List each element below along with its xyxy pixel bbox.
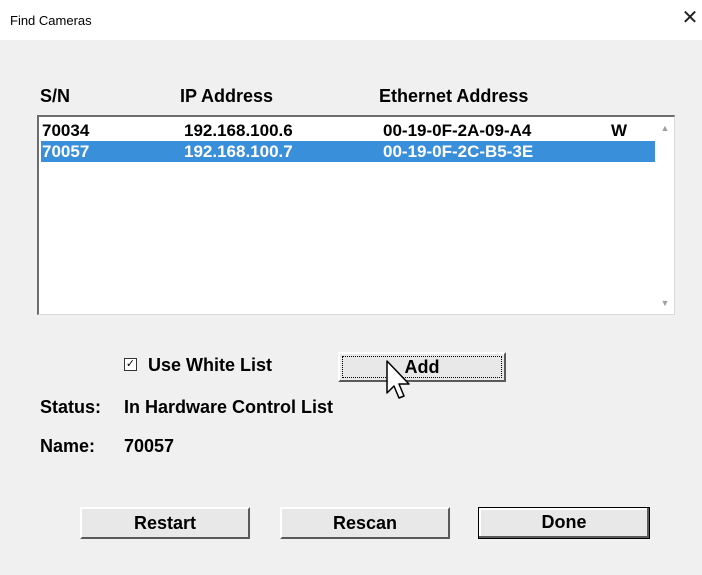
column-header-ethernet: Ethernet Address [379,86,529,106]
scroll-up-icon[interactable]: ▲ [656,119,674,137]
title-bar: Find Cameras ✕ [0,0,702,40]
list-scrollbar[interactable]: ▲ ▼ [656,117,674,314]
camera-list[interactable]: 70034 192.168.100.6 00-19-0F-2A-09-A4 W … [37,115,675,315]
row-ethernet: 00-19-0F-2C-B5-3E [383,142,534,161]
row-ip: 192.168.100.7 [184,142,293,161]
use-white-list-label[interactable]: Use White List [148,355,272,376]
name-value: 70057 [124,436,175,456]
list-item[interactable]: 70034 192.168.100.6 00-19-0F-2A-09-A4 W [41,120,655,141]
row-whitelist-flag: W [611,121,628,140]
status-value: In Hardware Control List [124,397,334,417]
row-sn: 70034 [42,121,90,140]
column-header-sn: S/N [40,86,71,106]
scroll-down-icon[interactable]: ▼ [656,294,674,312]
name-label: Name: [40,436,96,456]
rescan-button[interactable]: Rescan [280,507,450,539]
add-button[interactable]: Add [338,352,506,382]
focus-rectangle [342,356,502,378]
row-sn: 70057 [42,142,90,161]
row-ip: 192.168.100.6 [184,121,293,140]
column-header-ip: IP Address [180,86,274,106]
mouse-pointer-icon [385,360,415,411]
done-button[interactable]: Done [478,507,650,539]
status-label: Status: [40,397,102,417]
row-ethernet: 00-19-0F-2A-09-A4 [383,121,532,140]
restart-button[interactable]: Restart [80,507,250,539]
list-item-selected[interactable]: 70057 192.168.100.7 00-19-0F-2C-B5-3E [41,141,655,162]
use-white-list-checkbox[interactable]: ✓ [124,358,137,371]
window-title: Find Cameras [10,13,92,28]
close-icon[interactable]: ✕ [678,4,702,36]
